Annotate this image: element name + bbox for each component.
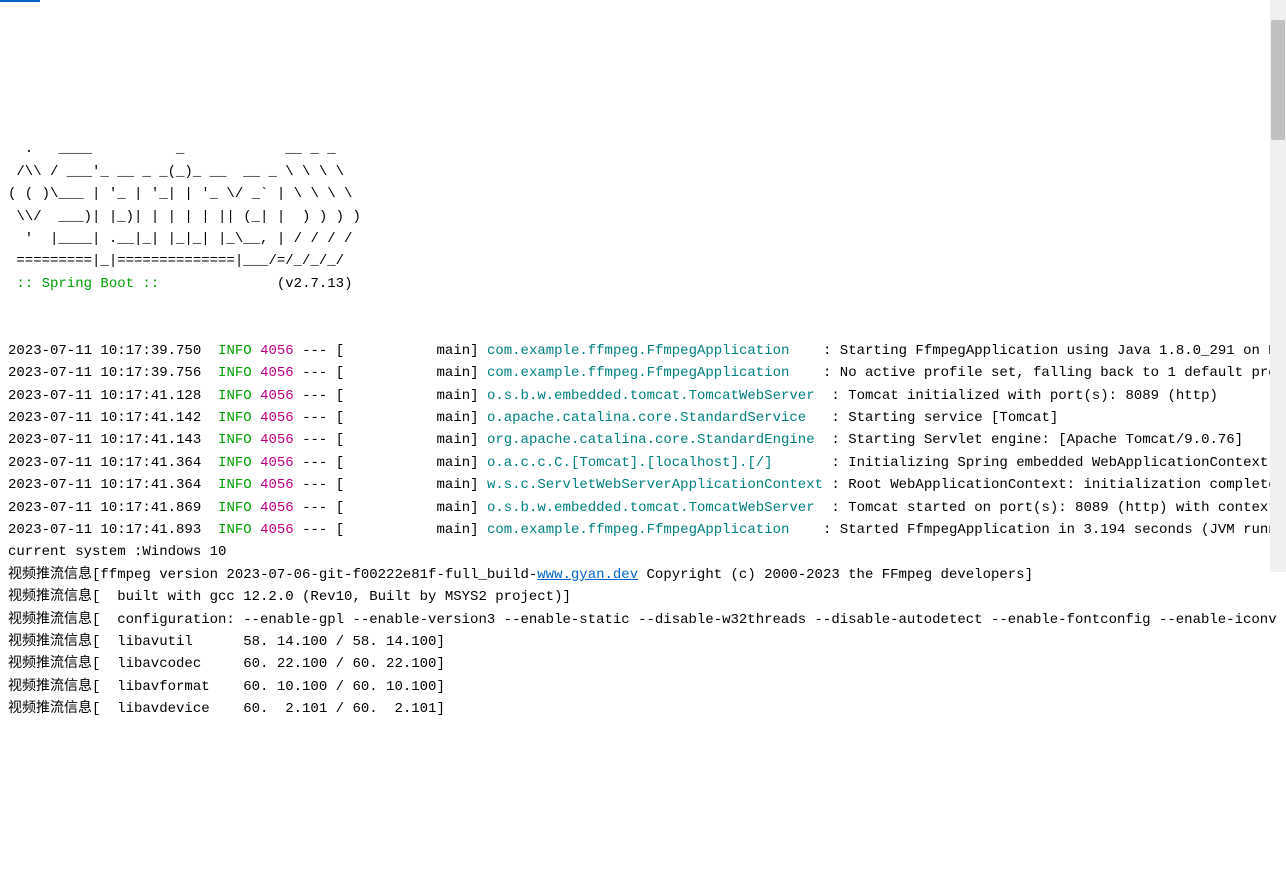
log-pid: 4056 <box>260 388 294 404</box>
log-level: INFO <box>218 522 252 538</box>
log-row: 2023-07-11 10:17:41.893 INFO 4056 --- [ … <box>8 519 1278 541</box>
log-logger: o.apache.catalina.core.StandardService <box>487 410 823 426</box>
log-message: : Root WebApplicationContext: initializa… <box>831 477 1286 493</box>
log-thread: [ main] <box>336 500 479 516</box>
vertical-scrollbar[interactable] <box>1270 0 1286 572</box>
log-logger: o.a.c.c.C.[Tomcat].[localhost].[/] <box>487 455 823 471</box>
log-row: 2023-07-11 10:17:41.143 INFO 4056 --- [ … <box>8 429 1278 451</box>
log-message: : Starting Servlet engine: [Apache Tomca… <box>831 432 1243 448</box>
log-thread: [ main] <box>336 455 479 471</box>
log-row: 2023-07-11 10:17:41.869 INFO 4056 --- [ … <box>8 497 1278 519</box>
log-level: INFO <box>218 477 252 493</box>
log-row: 2023-07-11 10:17:41.128 INFO 4056 --- [ … <box>8 385 1278 407</box>
log-timestamp: 2023-07-11 10:17:41.364 <box>8 455 201 471</box>
spring-banner: . ____ _ __ _ _ /\\ / ___'_ __ _ _(_)_ _… <box>8 138 1278 295</box>
ffmpeg-output-line: 视频推流信息[ built with gcc 12.2.0 (Rev10, Bu… <box>8 589 571 605</box>
ffmpeg-prefix: 视频推流信息[ <box>8 567 100 583</box>
log-level: INFO <box>218 388 252 404</box>
system-info: current system :Windows 10 <box>8 544 226 560</box>
log-logger: w.s.c.ServletWebServerApplicationContext <box>487 477 823 493</box>
log-thread: [ main] <box>336 477 479 493</box>
log-message: : No active profile set, falling back to… <box>823 365 1286 381</box>
log-separator: --- <box>302 455 327 471</box>
log-message: : Tomcat initialized with port(s): 8089 … <box>831 388 1217 404</box>
log-pid: 4056 <box>260 477 294 493</box>
log-thread: [ main] <box>336 522 479 538</box>
ffmpeg-output-line: 视频推流信息[ffmpeg version 2023-07-06-git-f00… <box>8 567 1033 583</box>
log-separator: --- <box>302 500 327 516</box>
log-separator: --- <box>302 410 327 426</box>
ffmpeg-output-line: 视频推流信息[ configuration: --enable-gpl --en… <box>8 612 1286 628</box>
log-separator: --- <box>302 388 327 404</box>
log-level: INFO <box>218 410 252 426</box>
log-logger: o.s.b.w.embedded.tomcat.TomcatWebServer <box>487 388 823 404</box>
banner-line: ( ( )\___ | '_ | '_| | '_ \/ _` | \ \ \ … <box>8 186 352 202</box>
log-logger: org.apache.catalina.core.StandardEngine <box>487 432 823 448</box>
log-row: 2023-07-11 10:17:41.364 INFO 4056 --- [ … <box>8 452 1278 474</box>
log-message: : Starting FfmpegApplication using Java … <box>823 343 1286 359</box>
banner-line: =========|_|==============|___/=/_/_/_/ <box>8 253 344 269</box>
log-logger: com.example.ffmpeg.FfmpegApplication <box>487 343 815 359</box>
log-row: 2023-07-11 10:17:39.750 INFO 4056 --- [ … <box>8 340 1278 362</box>
log-timestamp: 2023-07-11 10:17:41.143 <box>8 432 201 448</box>
ffmpeg-output-line: 视频推流信息[ libavformat 60. 10.100 / 60. 10.… <box>8 679 445 695</box>
log-thread: [ main] <box>336 388 479 404</box>
log-level: INFO <box>218 455 252 471</box>
log-timestamp: 2023-07-11 10:17:41.128 <box>8 388 201 404</box>
log-message: : Initializing Spring embedded WebApplic… <box>831 455 1268 471</box>
log-separator: --- <box>302 365 327 381</box>
spring-boot-label: :: Spring Boot :: <box>8 276 168 292</box>
log-row: 2023-07-11 10:17:39.756 INFO 4056 --- [ … <box>8 362 1278 384</box>
log-logger: o.s.b.w.embedded.tomcat.TomcatWebServer <box>487 500 823 516</box>
banner-line: \\/ ___)| |_)| | | | | || (_| | ) ) ) ) <box>8 209 361 225</box>
log-row: 2023-07-11 10:17:41.142 INFO 4056 --- [ … <box>8 407 1278 429</box>
banner-line: ' |____| .__|_| |_|_| |_\__, | / / / / <box>8 231 352 247</box>
log-level: INFO <box>218 343 252 359</box>
log-output: 2023-07-11 10:17:39.750 INFO 4056 --- [ … <box>8 317 1278 720</box>
log-message: : Started FfmpegApplication in 3.194 sec… <box>823 522 1286 538</box>
log-pid: 4056 <box>260 522 294 538</box>
banner-line: . ____ _ __ _ _ <box>8 141 336 157</box>
log-timestamp: 2023-07-11 10:17:39.756 <box>8 365 201 381</box>
gyan-link[interactable]: www.gyan.dev <box>537 567 638 583</box>
log-pid: 4056 <box>260 365 294 381</box>
log-timestamp: 2023-07-11 10:17:41.869 <box>8 500 201 516</box>
log-pid: 4056 <box>260 500 294 516</box>
ffmpeg-text: ffmpeg version 2023-07-06-git-f00222e81f… <box>100 567 537 583</box>
log-separator: --- <box>302 477 327 493</box>
log-pid: 4056 <box>260 343 294 359</box>
log-separator: --- <box>302 343 327 359</box>
log-logger: com.example.ffmpeg.FfmpegApplication <box>487 365 815 381</box>
ffmpeg-output-line: 视频推流信息[ libavutil 58. 14.100 / 58. 14.10… <box>8 634 445 650</box>
log-timestamp: 2023-07-11 10:17:41.142 <box>8 410 201 426</box>
log-timestamp: 2023-07-11 10:17:41.364 <box>8 477 201 493</box>
log-thread: [ main] <box>336 343 479 359</box>
log-separator: --- <box>302 522 327 538</box>
log-thread: [ main] <box>336 365 479 381</box>
log-level: INFO <box>218 365 252 381</box>
log-pid: 4056 <box>260 432 294 448</box>
spring-version: (v2.7.13) <box>168 276 353 292</box>
log-thread: [ main] <box>336 410 479 426</box>
log-level: INFO <box>218 500 252 516</box>
log-timestamp: 2023-07-11 10:17:39.750 <box>8 343 201 359</box>
scrollbar-thumb[interactable] <box>1271 20 1285 140</box>
log-level: INFO <box>218 432 252 448</box>
log-thread: [ main] <box>336 432 479 448</box>
banner-line: /\\ / ___'_ __ _ _(_)_ __ __ _ \ \ \ \ <box>8 164 344 180</box>
loading-indicator <box>0 0 40 2</box>
log-pid: 4056 <box>260 455 294 471</box>
log-message: : Starting service [Tomcat] <box>831 410 1058 426</box>
ffmpeg-output-line: 视频推流信息[ libavcodec 60. 22.100 / 60. 22.1… <box>8 656 445 672</box>
log-logger: com.example.ffmpeg.FfmpegApplication <box>487 522 815 538</box>
log-pid: 4056 <box>260 410 294 426</box>
log-timestamp: 2023-07-11 10:17:41.893 <box>8 522 201 538</box>
log-row: 2023-07-11 10:17:41.364 INFO 4056 --- [ … <box>8 474 1278 496</box>
ffmpeg-text: Copyright (c) 2000-2023 the FFmpeg devel… <box>638 567 1033 583</box>
log-separator: --- <box>302 432 327 448</box>
log-message: : Tomcat started on port(s): 8089 (http)… <box>831 500 1286 516</box>
ffmpeg-output-line: 视频推流信息[ libavdevice 60. 2.101 / 60. 2.10… <box>8 701 445 717</box>
